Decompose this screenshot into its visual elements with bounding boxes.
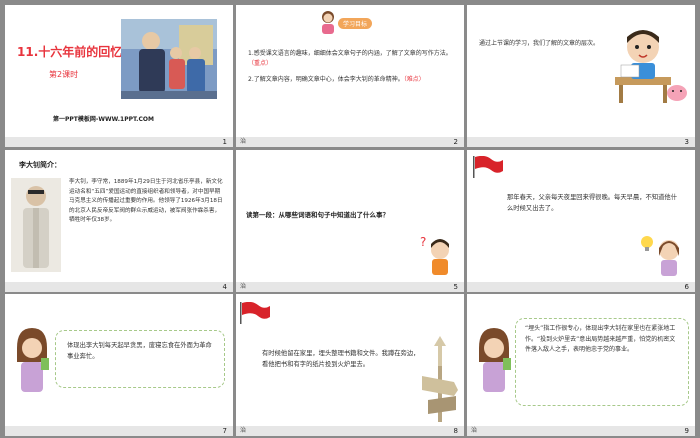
slide-number: 1 (222, 138, 227, 146)
slide-caption: 治 (240, 138, 247, 145)
signpost-icon (422, 336, 458, 422)
slide-number: 2 (453, 138, 458, 146)
slide-footer-bar (236, 282, 464, 292)
slide-number: 4 (222, 283, 227, 291)
slide-number: 7 (222, 427, 227, 435)
slide-subtitle: 第2课时 (49, 70, 79, 79)
slide-footer-bar (236, 137, 464, 147)
slide-thumbnail-2[interactable]: 学习目标 1.感受课文语言的趣味，细细体会文章句子的内涵，了解了文章的写作方法。… (236, 5, 464, 147)
question-boy-icon: ? (420, 235, 449, 275)
slide-body-text: 那年春天，父亲每天夜里回来得很晚。每天早晨，不知道他什么时候又出去了。 (507, 194, 678, 212)
slide-body-text: 读第一段：从哪些词语和句子中知道出了什么事？ (246, 211, 389, 219)
teacher-icon (322, 11, 334, 34)
slide-body-text: 有时候他留在家里，埋头整理书籍和文件。我蹲在旁边，看他把书和有字的纸片投到火炉里… (262, 350, 420, 368)
goal-2-tag: （难点） (403, 76, 425, 83)
boy-with-book-icon (615, 30, 687, 103)
slide-body-text: 体现出李大钊每天起早贪黑，废寝忘食在外面为革命事业奔忙。 (67, 342, 212, 360)
goal-2-text: 2.了解文章内容，明确文章中心，体会李大钊的革命精神。（难点） (248, 75, 452, 85)
illustration-image (121, 19, 217, 99)
slide-thumbnail-1[interactable]: 11.十六年前的回忆 第2课时 第一PPT模板网-WWW.1PPT.COM 1 (5, 5, 233, 147)
slide-thumbnail-5[interactable]: 读第一段：从哪些词语和句子中知道出了什么事？ ? 治 5 (236, 150, 464, 292)
slide-caption: 治 (240, 283, 247, 290)
slide-number: 3 (684, 138, 689, 146)
slide-body-text: “埋头”指工作很专心，体现出李大钊在家里也在紧张地工作。“投到火炉里去”意出局势… (525, 325, 676, 354)
slide-body-text: 通过上节课的学习，我们了解的文章的层次。 (479, 40, 600, 47)
svg-text:?: ? (420, 235, 426, 249)
slide-footer-bar (467, 137, 695, 147)
learning-goals-badge: 学习目标 (338, 18, 373, 29)
goal-1-tag: （重点） (248, 60, 273, 67)
slide-thumbnail-7[interactable]: 体现出李大钊每天起早贪黑，废寝忘食在外面为革命事业奔忙。 7 (5, 294, 233, 436)
slide-footer-bar (5, 282, 233, 292)
slide-number: 5 (453, 283, 458, 291)
slide-caption: 治 (471, 427, 478, 434)
slide-footer-bar (236, 426, 464, 436)
slide-thumbnail-9[interactable]: “埋头”指工作很专心，体现出李大钊在家里也在紧张地工作。“投到火炉里去”意出局势… (467, 294, 695, 436)
red-flag-icon (240, 302, 270, 324)
slide-title: 11.十六年前的回忆 (17, 45, 123, 59)
slide-body-text: 李大钊，李守常，1889年1月29日生于河北省乐亭县，新文化运动名和“五四”爱国… (69, 179, 223, 223)
slide-thumbnail-4[interactable]: 李大钊简介： 李大钊，李守常，1889年1月29日生于河北省乐亭县，新文化运动名… (5, 150, 233, 292)
slide-thumbnail-6[interactable]: 那年春天，父亲每天夜里回来得很晚。每天早晨，不知道他什么时候又出去了。 6 (467, 150, 695, 292)
slide-number: 8 (453, 427, 458, 435)
slide-footer-bar (5, 426, 233, 436)
slide-footer-bar (467, 282, 695, 292)
slide-footer-bar (467, 426, 695, 436)
lightbulb-girl-icon (641, 236, 679, 276)
goal-1-text: 1.感受课文语言的趣味，细细体会文章句子的内涵，了解了文章的写作方法。 （重点） (248, 49, 452, 69)
teacher-icon (479, 328, 511, 392)
teacher-icon (17, 328, 49, 392)
slide-thumbnail-3[interactable]: 通过上节课的学习，我们了解的文章的层次。 3 (467, 5, 695, 147)
red-flag-icon (473, 156, 503, 178)
slide-caption: 治 (240, 427, 247, 434)
slide-footer-text: 第一PPT模板网-WWW.1PPT.COM (53, 116, 154, 123)
portrait-image (11, 178, 61, 272)
slide-thumbnail-8[interactable]: 有时候他留在家里，埋头整理书籍和文件。我蹲在旁边，看他把书和有字的纸片投到火炉里… (236, 294, 464, 436)
slide-number: 6 (684, 283, 689, 291)
slide-number: 9 (684, 427, 689, 435)
slide-heading: 李大钊简介： (19, 161, 61, 169)
slide-footer-bar (5, 137, 233, 147)
goal-1-body: 1.感受课文语言的趣味，细细体会文章句子的内涵，了解了文章的写作方法。 (248, 50, 452, 57)
goal-2-body: 2.了解文章内容，明确文章中心，体会李大钊的革命精神。 (248, 76, 404, 83)
